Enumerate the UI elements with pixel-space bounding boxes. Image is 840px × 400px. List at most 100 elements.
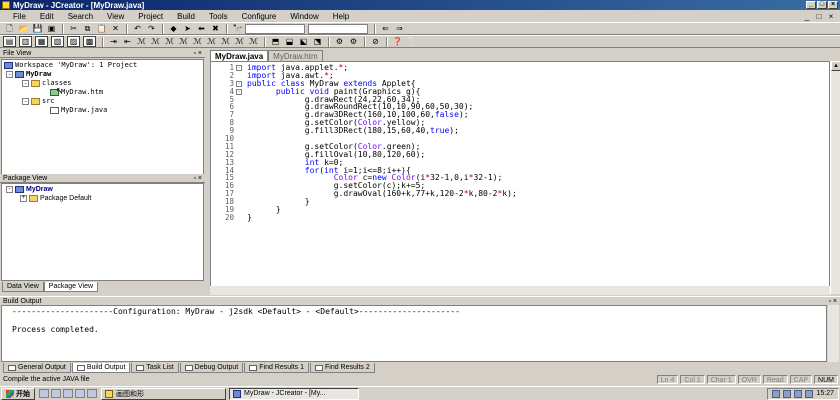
tray-icon[interactable] bbox=[772, 389, 781, 398]
maximize-button[interactable]: □ bbox=[817, 1, 827, 9]
menu-view[interactable]: View bbox=[100, 12, 131, 21]
editor-vertical-scrollbar[interactable]: ▲ bbox=[830, 61, 840, 294]
start-button[interactable]: 开始 bbox=[1, 387, 35, 400]
collapse-icon[interactable]: - bbox=[6, 71, 13, 78]
file-view-icon[interactable]: ▥ bbox=[19, 36, 32, 47]
prev-bookmark-icon[interactable]: ⬅ bbox=[195, 23, 208, 34]
output-view-icon[interactable]: ▧ bbox=[51, 36, 64, 47]
network-icon[interactable] bbox=[805, 389, 814, 398]
new-file-icon[interactable]: 🗋 bbox=[3, 23, 16, 34]
tray-icon[interactable] bbox=[783, 389, 792, 398]
collapse-icon[interactable]: - bbox=[22, 80, 29, 87]
menu-file[interactable]: File bbox=[6, 12, 33, 21]
show-desktop-icon[interactable] bbox=[39, 389, 49, 398]
undo-icon[interactable]: ↶ bbox=[131, 23, 144, 34]
back-icon[interactable]: ⇐ bbox=[379, 23, 392, 34]
search-combo[interactable] bbox=[245, 23, 305, 34]
collapse-icon[interactable]: - bbox=[6, 186, 13, 193]
media-icon[interactable] bbox=[63, 389, 73, 398]
tree-workspace[interactable]: Workspace 'MyDraw': 1 Project bbox=[4, 61, 137, 70]
tab-mydraw-java[interactable]: MyDraw.java bbox=[210, 50, 269, 61]
menu-configure[interactable]: Configure bbox=[235, 12, 284, 21]
tab-data-view[interactable]: Data View bbox=[2, 282, 44, 292]
format-6-icon[interactable]: ℳ bbox=[233, 36, 246, 47]
tree-classes[interactable]: - classes bbox=[22, 79, 72, 88]
pkg-project[interactable]: - MyDraw bbox=[6, 185, 53, 194]
workspace-view-icon[interactable]: ▤ bbox=[3, 36, 16, 47]
delete-icon[interactable]: ✕ bbox=[109, 23, 122, 34]
debug-run-icon[interactable]: ⚙ bbox=[347, 36, 360, 47]
format-4-icon[interactable]: ℳ bbox=[205, 36, 218, 47]
run-project-icon[interactable]: ⬕ bbox=[297, 36, 310, 47]
tab-debug-output[interactable]: Debug Output bbox=[179, 363, 244, 373]
menu-search[interactable]: Search bbox=[61, 12, 100, 21]
format-3-icon[interactable]: ℳ bbox=[191, 36, 204, 47]
mdi-restore-button[interactable]: □ bbox=[814, 12, 824, 21]
toggle-bookmark-icon[interactable]: ◆ bbox=[167, 23, 180, 34]
clock[interactable]: 15:27 bbox=[816, 390, 834, 397]
tab-mydraw-htm[interactable]: MyDraw.htm bbox=[268, 50, 323, 61]
mdi-minimize-button[interactable]: _ bbox=[802, 12, 812, 21]
indent-icon[interactable]: ⇥ bbox=[107, 36, 120, 47]
compile-file-icon[interactable]: ⬒ bbox=[269, 36, 282, 47]
collapse-icon[interactable]: - bbox=[22, 98, 29, 105]
save-all-icon[interactable]: ▣ bbox=[45, 23, 58, 34]
fold-marker-icon[interactable]: - bbox=[236, 89, 242, 95]
uncomment-icon[interactable]: ℳ bbox=[149, 36, 162, 47]
app-launch-icon[interactable] bbox=[87, 389, 97, 398]
format-5-icon[interactable]: ℳ bbox=[219, 36, 232, 47]
tab-general-output[interactable]: General Output bbox=[3, 363, 71, 373]
close-button[interactable]: × bbox=[828, 1, 838, 9]
find-icon[interactable]: 🔭 bbox=[231, 23, 244, 34]
help-icon[interactable]: ❓ bbox=[391, 36, 404, 47]
class-view-icon[interactable]: ▨ bbox=[67, 36, 80, 47]
taskbar-item-jcreator[interactable]: MyDraw - JCreator - [My... bbox=[229, 387, 359, 400]
tab-task-list[interactable]: Task List bbox=[131, 363, 179, 373]
build-output-pane[interactable]: ---------------------Configuration: MyDr… bbox=[1, 305, 827, 362]
menu-window[interactable]: Window bbox=[283, 12, 325, 21]
clear-bookmarks-icon[interactable]: ✖ bbox=[209, 23, 222, 34]
context-help-icon[interactable]: ❔ bbox=[405, 36, 418, 47]
forward-icon[interactable]: ⇒ bbox=[393, 23, 406, 34]
paste-icon[interactable]: 📋 bbox=[95, 23, 108, 34]
menu-build[interactable]: Build bbox=[170, 12, 202, 21]
format-2-icon[interactable]: ℳ bbox=[177, 36, 190, 47]
menu-help[interactable]: Help bbox=[326, 12, 356, 21]
package-view-icon[interactable]: ▦ bbox=[35, 36, 48, 47]
editor-horizontal-scrollbar[interactable] bbox=[210, 286, 830, 295]
debug-icon[interactable]: ⚙ bbox=[333, 36, 346, 47]
expand-icon[interactable]: + bbox=[20, 195, 27, 202]
tab-find-results-2[interactable]: Find Results 2 bbox=[309, 363, 375, 373]
taskbar-item-folder[interactable]: 画图和形 bbox=[101, 387, 226, 400]
menu-project[interactable]: Project bbox=[131, 12, 170, 21]
explorer-icon[interactable] bbox=[75, 389, 85, 398]
file-view-pin-close[interactable]: ▫ × bbox=[193, 49, 202, 57]
next-bookmark-icon[interactable]: ➤ bbox=[181, 23, 194, 34]
save-icon[interactable]: 💾 bbox=[31, 23, 44, 34]
execute-file-icon[interactable]: ⬔ bbox=[311, 36, 324, 47]
menu-edit[interactable]: Edit bbox=[33, 12, 61, 21]
outdent-icon[interactable]: ⇤ bbox=[121, 36, 134, 47]
cut-icon[interactable]: ✂ bbox=[67, 23, 80, 34]
copy-icon[interactable]: ⧉ bbox=[81, 23, 94, 34]
open-folder-icon[interactable]: 📂 bbox=[17, 23, 30, 34]
minimize-button[interactable]: _ bbox=[806, 1, 816, 9]
fold-marker-icon[interactable]: - bbox=[236, 81, 242, 87]
stop-icon[interactable]: ⊘ bbox=[369, 36, 382, 47]
tree-project[interactable]: - MyDraw bbox=[6, 70, 51, 79]
format-icon[interactable]: ℳ bbox=[163, 36, 176, 47]
build-output-pin-close[interactable]: ▫ × bbox=[828, 297, 837, 305]
scroll-up-icon[interactable]: ▲ bbox=[831, 61, 840, 71]
tree-java-file[interactable]: MyDraw.java bbox=[50, 106, 107, 115]
code-editor[interactable]: 1 2 3 4 5 6 7 8 9 10 11 12 13 14 15 16 1… bbox=[210, 61, 830, 294]
full-screen-icon[interactable]: ▩ bbox=[83, 36, 96, 47]
pkg-default[interactable]: + Package Default bbox=[20, 194, 91, 203]
search-combo-2[interactable] bbox=[308, 23, 368, 34]
tab-find-results-1[interactable]: Find Results 1 bbox=[244, 363, 309, 373]
format-7-icon[interactable]: ℳ bbox=[247, 36, 260, 47]
package-view-pin-close[interactable]: ▫ × bbox=[193, 174, 202, 182]
fold-marker-icon[interactable]: - bbox=[236, 65, 242, 71]
menu-tools[interactable]: Tools bbox=[202, 12, 235, 21]
mdi-close-button[interactable]: × bbox=[826, 12, 836, 21]
comment-icon[interactable]: ℳ bbox=[135, 36, 148, 47]
